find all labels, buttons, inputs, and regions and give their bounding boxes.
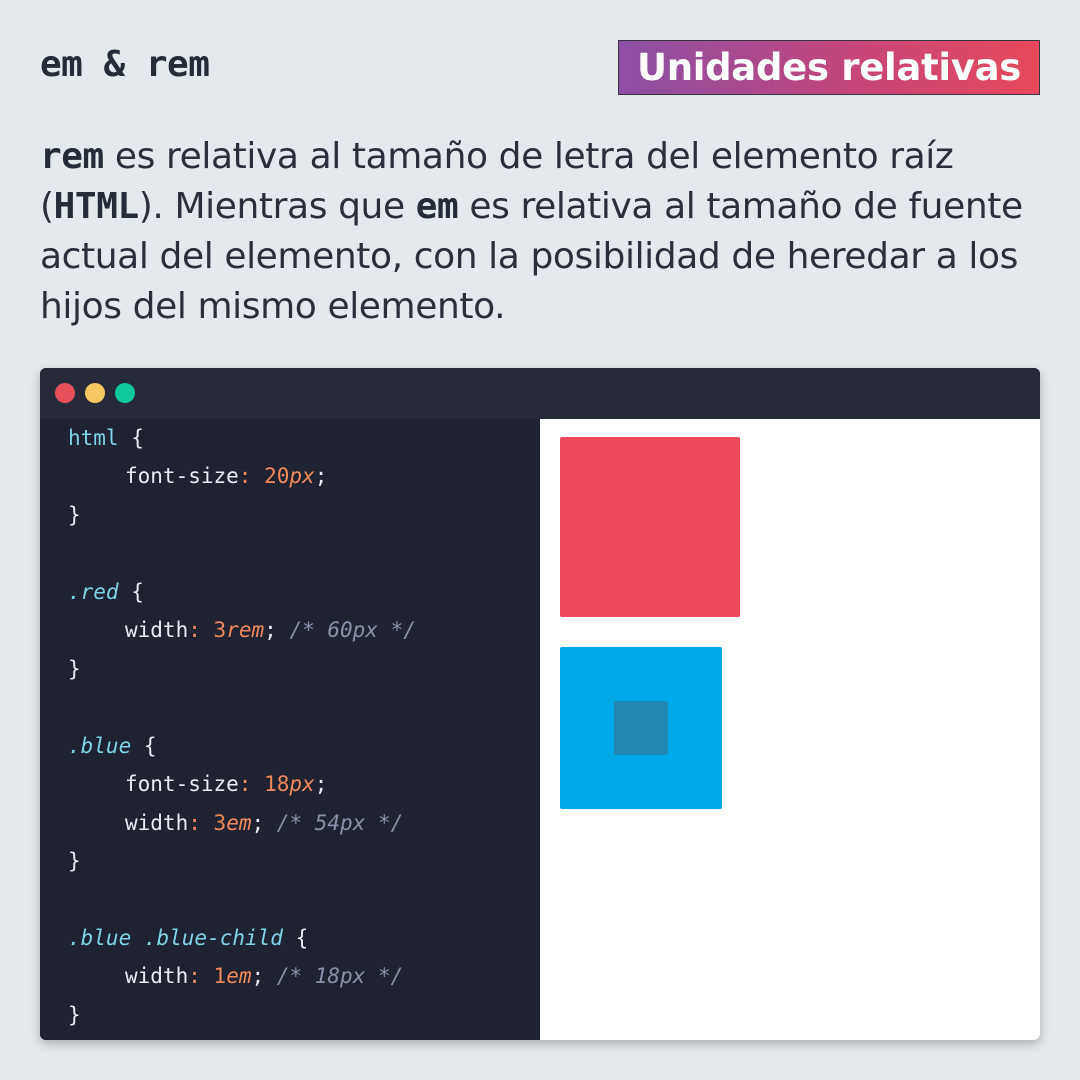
red-box (560, 437, 740, 617)
brace-open: { (118, 426, 144, 450)
semicolon: ; (264, 618, 277, 642)
brace-close: } (68, 657, 81, 681)
code-line-6: width: 3rem; /* 60px */ (125, 611, 416, 649)
intro-paragraph: rem es relativa al tamaño de letra del e… (40, 132, 1050, 332)
intro-keyword-html: HTML (53, 186, 140, 227)
render-preview (540, 419, 1040, 1040)
value-number: 3 (213, 618, 227, 642)
property-width: width (125, 811, 189, 835)
value-unit: px (289, 772, 315, 796)
code-line-1: html { (68, 419, 144, 457)
selector-blue-child: .blue .blue-child (68, 926, 283, 950)
semicolon: ; (251, 964, 265, 988)
intro-keyword-rem: rem (40, 136, 104, 177)
code-line-16: } (68, 996, 81, 1034)
code-line-14: .blue .blue-child { (68, 919, 308, 957)
value-unit: em (226, 811, 252, 835)
brace-close: } (68, 1003, 81, 1027)
semicolon: ; (314, 464, 328, 488)
colon: : (188, 964, 201, 988)
code-line-5: .red { (68, 573, 144, 611)
colon: : (188, 811, 201, 835)
value-number: 1 (213, 964, 227, 988)
value-unit: px (289, 464, 315, 488)
code-line-9: .blue { (68, 727, 157, 765)
colon: : (238, 464, 252, 488)
value-number: 3 (213, 811, 227, 835)
colon: : (188, 618, 201, 642)
code-line-2: font-size: 20px; (125, 457, 327, 495)
window-titlebar (40, 368, 1040, 419)
page-title: em & rem (40, 44, 210, 85)
property-width: width (125, 618, 189, 642)
property-width: width (125, 964, 189, 988)
brace-close: } (68, 849, 81, 873)
brace-open: { (118, 580, 144, 604)
selector-red: .red (68, 580, 119, 604)
code-line-15: width: 1em; /* 18px */ (125, 957, 403, 995)
value-unit: rem (226, 618, 265, 642)
semicolon: ; (314, 772, 328, 796)
code-editor: html { font-size: 20px; } .red { width: … (40, 419, 540, 1040)
property-font-size: font-size (125, 772, 239, 796)
intro-keyword-em: em (415, 186, 459, 227)
value-number: 18 (264, 772, 290, 796)
brace-close: } (68, 503, 81, 527)
blue-child-box (614, 701, 668, 755)
blue-box (560, 647, 722, 809)
colon: : (238, 772, 252, 796)
topic-badge: Unidades relativas (618, 40, 1040, 95)
property-font-size: font-size (125, 464, 239, 488)
code-line-12: } (68, 842, 81, 880)
brace-open: { (282, 926, 309, 950)
close-dot-icon[interactable] (55, 383, 75, 403)
code-line-3: } (68, 496, 81, 534)
maximize-dot-icon[interactable] (115, 383, 135, 403)
code-window: html { font-size: 20px; } .red { width: … (40, 368, 1040, 1040)
code-line-7: } (68, 650, 81, 688)
selector-html: html (68, 426, 119, 450)
selector-blue: .blue (68, 734, 132, 758)
value-unit: em (226, 964, 252, 988)
semicolon: ; (251, 811, 265, 835)
code-line-11: width: 3em; /* 54px */ (125, 804, 403, 842)
code-comment: /* 54px */ (276, 811, 404, 835)
code-comment: /* 60px */ (289, 618, 416, 642)
code-comment: /* 18px */ (276, 964, 404, 988)
code-line-10: font-size: 18px; (125, 765, 327, 803)
value-number: 20 (264, 464, 290, 488)
brace-open: { (131, 734, 157, 758)
intro-text-2: ). Mientras que (138, 186, 416, 227)
minimize-dot-icon[interactable] (85, 383, 105, 403)
